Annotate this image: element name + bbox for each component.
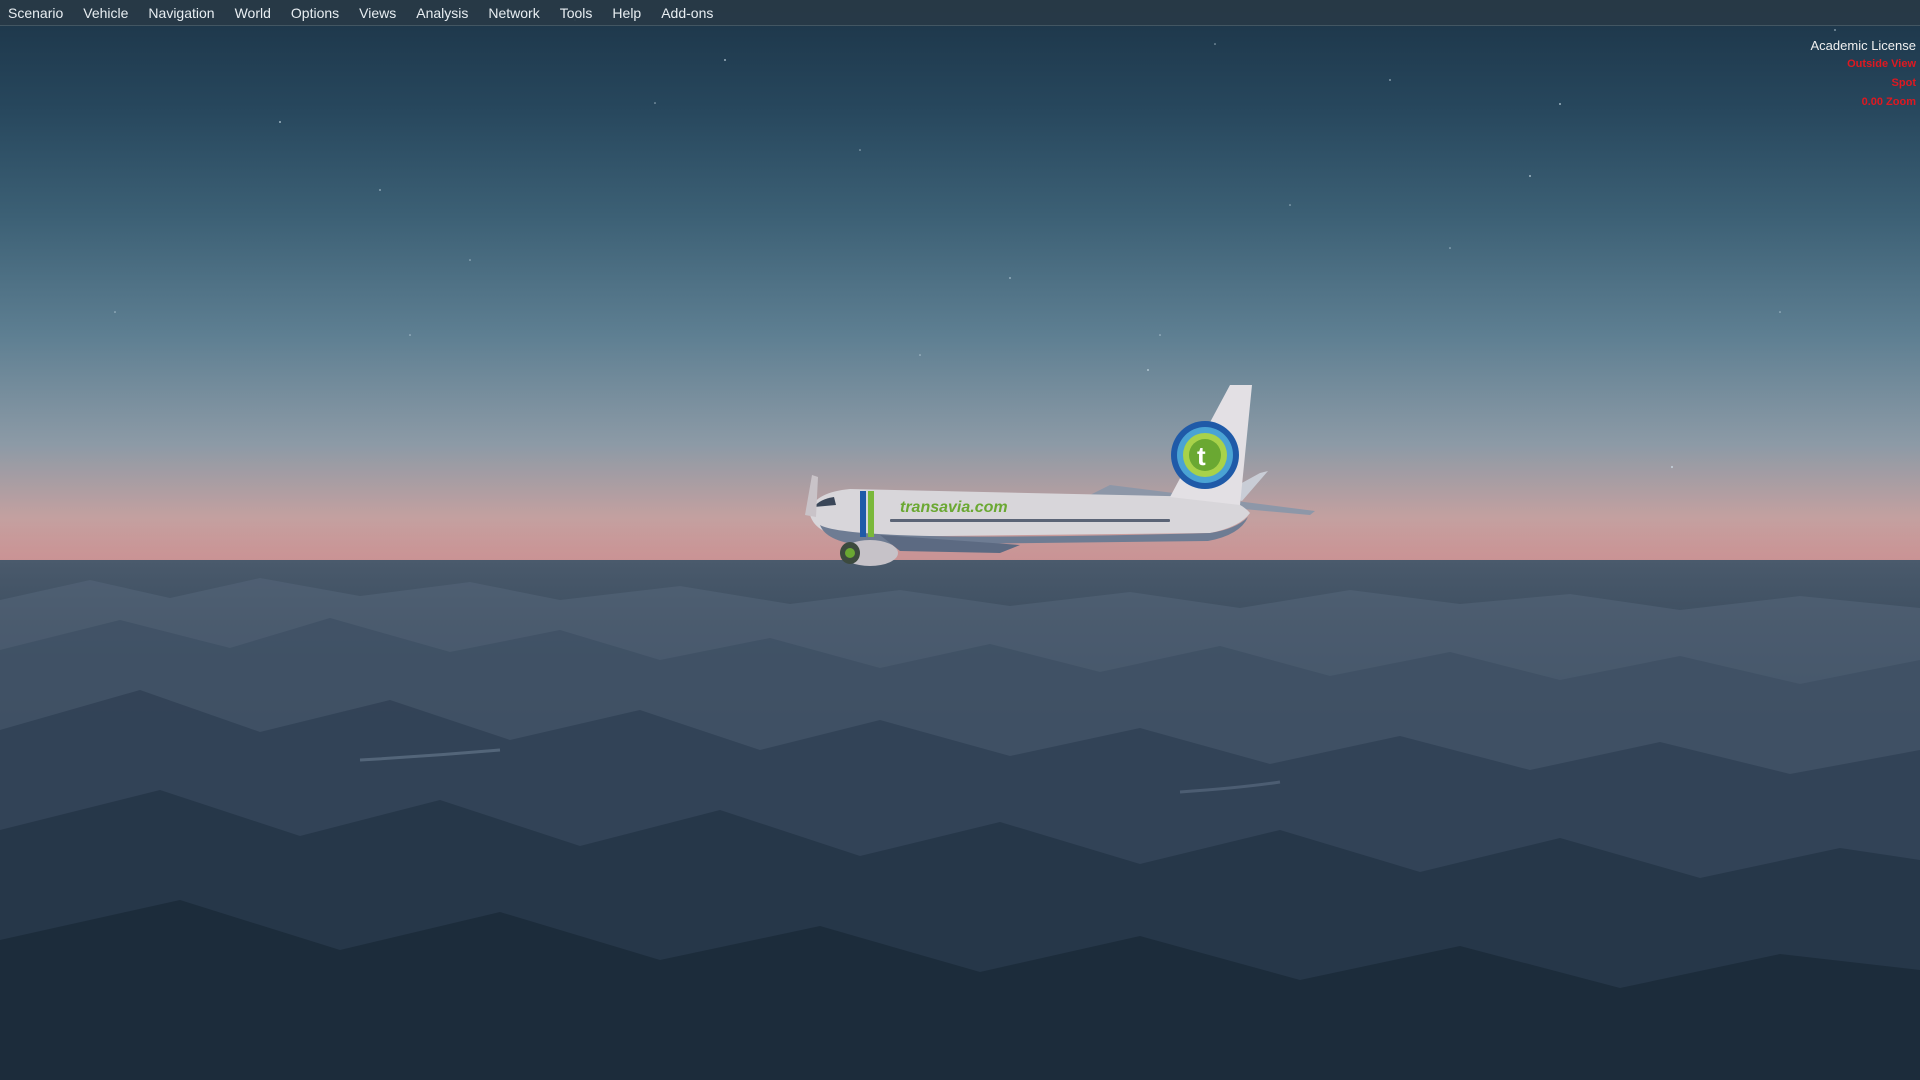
license-label: Academic License — [1810, 38, 1917, 53]
menu-tools[interactable]: Tools — [550, 0, 603, 26]
menu-views[interactable]: Views — [349, 0, 406, 26]
airliner-aircraft: transavia.com t — [805, 385, 1315, 566]
view-type-label: Spot — [1891, 77, 1916, 89]
tail-logo-letter: t — [1197, 441, 1206, 471]
menu-scenario[interactable]: Scenario — [8, 0, 73, 26]
menu-options[interactable]: Options — [281, 0, 349, 26]
menu-vehicle[interactable]: Vehicle — [73, 0, 138, 26]
menu-navigation[interactable]: Navigation — [138, 0, 224, 26]
menu-bar: Scenario Vehicle Navigation World Option… — [0, 0, 1920, 26]
menu-network[interactable]: Network — [478, 0, 549, 26]
simulator-viewport[interactable]: transavia.com t — [0, 0, 1920, 1080]
view-mode-label: Outside View — [1847, 58, 1916, 70]
livery-text: transavia.com — [900, 499, 1008, 516]
mountain-terrain — [0, 560, 1920, 1080]
status-overlay: Academic License Outside View Spot 0.00 … — [1811, 36, 1917, 112]
menu-add-ons[interactable]: Add-ons — [651, 0, 723, 26]
menu-analysis[interactable]: Analysis — [406, 0, 478, 26]
zoom-label: 0.00 Zoom — [1861, 96, 1916, 108]
menu-help[interactable]: Help — [602, 0, 651, 26]
menu-world[interactable]: World — [225, 0, 281, 26]
